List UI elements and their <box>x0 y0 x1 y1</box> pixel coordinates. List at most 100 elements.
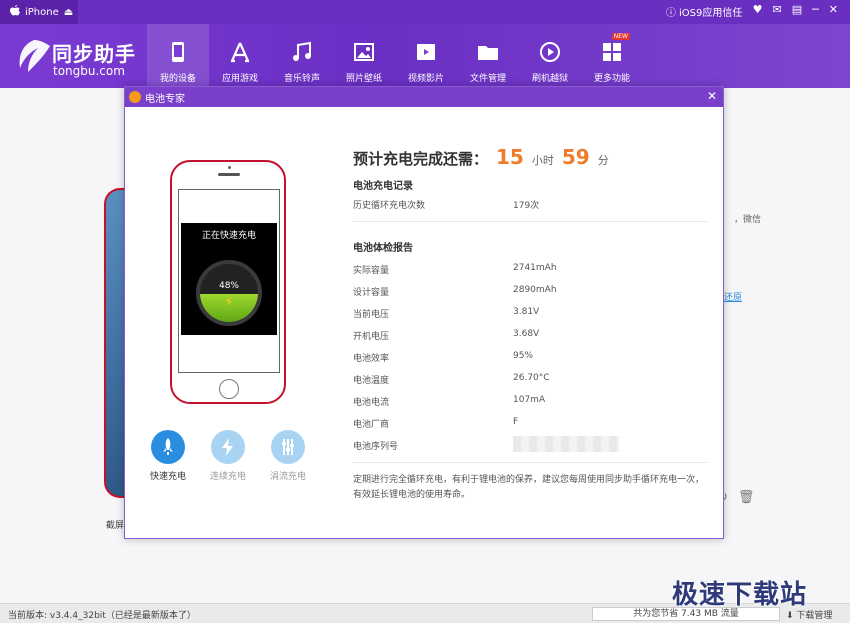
gift-icon[interactable]: ♥ <box>753 3 763 16</box>
folder-icon <box>478 46 498 60</box>
row-value: 107mA <box>513 395 546 405</box>
nav-videos[interactable]: 视频影片 <box>395 24 457 88</box>
watermark-text: 极速下载站 <box>672 580 808 610</box>
trash-icon[interactable]: 🗑 <box>738 490 755 505</box>
dialog-title: 电池专家 <box>145 93 185 105</box>
row-label: 电池厂商 <box>353 420 390 430</box>
nav-more[interactable]: NEW 更多功能 <box>581 24 643 88</box>
nav-label: 照片壁纸 <box>345 74 382 84</box>
charging-tip: 定期进行完全循环充电，有利于锂电池的保养，建议您每周使用同步助手循环充电一次，有… <box>353 475 705 500</box>
dialog-titlebar: 电池专家 ✕ <box>125 87 723 107</box>
nav-my-device[interactable]: 我的设备 <box>147 24 209 88</box>
row-label: 开机电压 <box>353 332 390 342</box>
ios9-trust-link[interactable]: ⓘ iOS9应用信任 <box>666 4 742 19</box>
main-header: 同步助手 tongbu.com 我的设备 应用游戏 音乐铃声 照片壁纸 视频影片… <box>0 24 850 88</box>
close-window-button[interactable]: ✕ <box>829 3 838 16</box>
report-row: 设计容量 2890mAh <box>353 285 709 307</box>
mode-trickle-charge[interactable]: 涓流充电 <box>263 430 313 482</box>
dialog-close-button[interactable]: ✕ <box>707 89 717 103</box>
phone-illustration: 正在快速充电 48% ⚡ <box>170 160 286 404</box>
charging-panel: 正在快速充电 48% ⚡ <box>181 223 277 335</box>
row-label: 电池电流 <box>353 398 390 408</box>
phone-screen: 正在快速充电 48% ⚡ <box>178 189 280 373</box>
minutes-unit: 分 <box>597 154 609 167</box>
logo-icon <box>14 38 54 76</box>
background-text: ，微信 <box>734 215 762 225</box>
image-icon <box>354 43 374 61</box>
flash-icon <box>540 42 560 62</box>
remaining-time: 预计充电完成还需： 15 小时 59 分 <box>353 145 609 169</box>
section-divider <box>353 462 707 463</box>
eject-icon[interactable]: ⏏ <box>64 7 73 18</box>
home-button <box>219 379 239 399</box>
nav-photos[interactable]: 照片壁纸 <box>333 24 395 88</box>
mode-continuous-charge[interactable]: 连续充电 <box>203 430 253 482</box>
row-value: 2741mAh <box>513 263 557 273</box>
nav-apps-games[interactable]: 应用游戏 <box>209 24 271 88</box>
hours-unit: 小时 <box>531 154 554 167</box>
row-label: 电池温度 <box>353 376 390 386</box>
report-row: 电池效率 95% <box>353 351 709 373</box>
battery-expert-dialog: 电池专家 ✕ 正在快速充电 48% ⚡ 快速充电 连续充电 涓流充电 预计充电完… <box>124 86 724 539</box>
nav-jailbreak[interactable]: 刷机越狱 <box>519 24 581 88</box>
report-section-title: 电池体检报告 <box>353 243 413 254</box>
device-name: iPhone <box>25 6 59 18</box>
menu-icon[interactable]: ▤ <box>792 3 802 16</box>
app-store-icon <box>230 42 250 63</box>
nav-label: 文件管理 <box>469 74 506 84</box>
row-value: 2890mAh <box>513 285 557 295</box>
row-label: 设计容量 <box>353 288 390 298</box>
sliders-icon <box>282 439 294 455</box>
row-value: 95% <box>513 351 534 361</box>
serial-number-redacted <box>513 436 619 452</box>
grid-icon <box>603 43 621 61</box>
minimize-button[interactable]: ─ <box>812 3 819 16</box>
section-divider <box>353 221 707 222</box>
report-row: 电池电流 107mA <box>353 395 709 417</box>
nav-label: 音乐铃声 <box>283 74 320 84</box>
nav-music[interactable]: 音乐铃声 <box>271 24 333 88</box>
nav-label: 视频影片 <box>407 74 444 84</box>
new-badge: NEW <box>611 33 630 40</box>
camera-dot <box>228 166 231 169</box>
mode-icon-circle <box>151 430 185 464</box>
lightning-icon: ⚡ <box>224 295 234 310</box>
nav-label: 刷机越狱 <box>531 74 568 84</box>
background-restore-link[interactable]: 还原 <box>724 290 742 303</box>
row-value: F <box>513 417 519 427</box>
report-row: 开机电压 3.68V <box>353 329 709 351</box>
trust-label: iOS9应用信任 <box>679 8 743 19</box>
device-tab[interactable]: iPhone ⏏ <box>0 0 78 24</box>
battery-gauge: 48% ⚡ <box>196 260 262 326</box>
row-value: 3.68V <box>513 329 540 339</box>
row-label: 实际容量 <box>353 266 390 276</box>
apple-icon <box>10 4 20 20</box>
lightning-icon <box>222 438 233 456</box>
mode-label: 快速充电 <box>149 472 186 482</box>
row-label: 电池效率 <box>353 354 390 364</box>
mode-icon-circle <box>211 430 245 464</box>
music-note-icon <box>293 41 311 61</box>
logo-title: 同步助手 <box>52 42 136 66</box>
row-label: 历史循环充电次数 <box>353 201 426 211</box>
window-controls: ♥ ✉ ▤ ─ ✕ <box>753 3 838 16</box>
background-screenshot-label[interactable]: 截屏 <box>106 518 124 531</box>
report-row: 实际容量 2741mAh <box>353 263 709 285</box>
nav-label: 更多功能 <box>593 74 630 84</box>
remaining-hours: 15 <box>496 145 524 169</box>
info-icon: ⓘ <box>666 8 676 19</box>
row-value: 26.70°C <box>513 373 550 383</box>
mode-fast-charge[interactable]: 快速充电 <box>143 430 193 482</box>
message-icon[interactable]: ✉ <box>773 3 782 16</box>
battery-expert-icon <box>129 91 141 103</box>
mode-label: 连续充电 <box>209 472 246 482</box>
main-nav: 我的设备 应用游戏 音乐铃声 照片壁纸 视频影片 文件管理 刷机越狱 NEW 更… <box>147 24 643 88</box>
row-value: 3.81V <box>513 307 540 317</box>
row-value: 179次 <box>513 201 540 211</box>
phone-icon <box>172 42 184 62</box>
charging-status: 正在快速充电 <box>201 231 256 241</box>
logo-subtitle: tongbu.com <box>53 64 125 78</box>
mode-icon-circle <box>271 430 305 464</box>
battery-percent: 48% <box>218 281 239 291</box>
nav-files[interactable]: 文件管理 <box>457 24 519 88</box>
